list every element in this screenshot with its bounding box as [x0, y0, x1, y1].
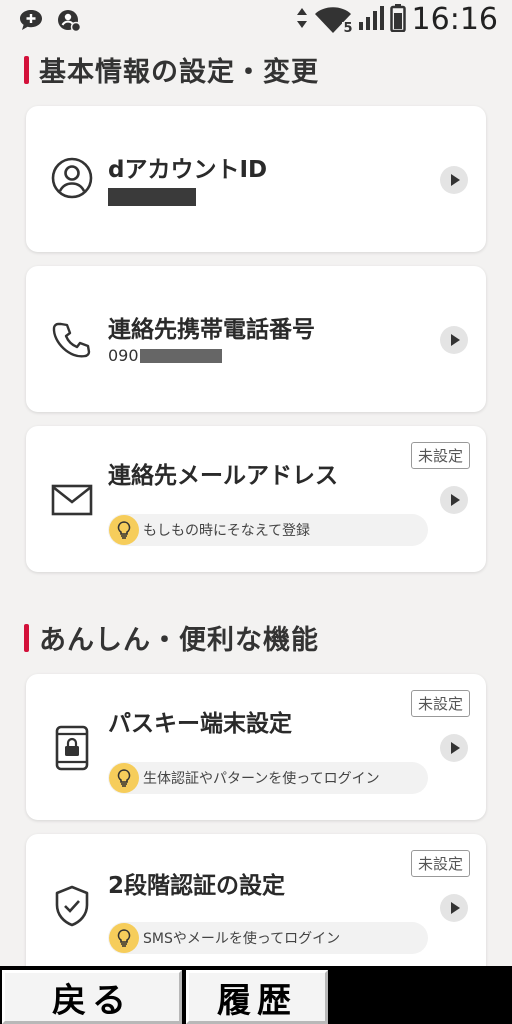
network-type-label: 5 — [342, 20, 354, 36]
phone-prefix: 090 — [108, 346, 139, 365]
section-accent-bar — [24, 623, 29, 652]
shield-check-icon — [50, 884, 94, 928]
chevron-right-icon[interactable] — [440, 486, 468, 514]
lightbulb-icon — [109, 515, 139, 545]
card-contact-email[interactable]: 連絡先メールアドレス 未設定 もしもの時にそなえて登録 — [26, 426, 486, 572]
signal-icon — [358, 5, 384, 35]
history-button[interactable]: 履歴 — [186, 970, 328, 1024]
main-content: 基本情報の設定・変更 dアカウントID 連絡先携帯電話番号 090 連絡先メール… — [0, 38, 512, 966]
hint-pill: もしもの時にそなえて登録 — [108, 514, 428, 546]
hint-pill: 生体認証やパターンを使ってログイン — [108, 762, 428, 794]
section-title-text: 基本情報の設定・変更 — [39, 57, 319, 88]
wifi-icon: 5 — [314, 6, 354, 36]
account-sync-icon — [56, 8, 82, 36]
card-title: パスキー端末設定 — [108, 711, 292, 737]
hint-pill: SMSやメールを使ってログイン — [108, 922, 428, 954]
status-badge: 未設定 — [410, 850, 470, 877]
status-badge: 未設定 — [410, 690, 470, 717]
clock: 16:16 — [411, 2, 498, 37]
card-d-account-id[interactable]: dアカウントID — [26, 106, 486, 252]
hint-text: もしもの時にそなえて登録 — [143, 523, 311, 539]
status-bar: 5 16:16 — [0, 0, 512, 38]
card-passkey-device[interactable]: パスキー端末設定 未設定 生体認証やパターンを使ってログイン — [26, 674, 486, 820]
card-title: 連絡先携帯電話番号 — [108, 317, 315, 343]
section-accent-bar — [24, 55, 29, 84]
masked-value — [139, 348, 222, 363]
hint-text: 生体認証やパターンを使ってログイン — [143, 771, 380, 787]
card-title: 連絡先メールアドレス — [108, 463, 338, 489]
card-two-step-auth[interactable]: 2段階認証の設定 未設定 SMSやメールを使ってログイン — [26, 834, 486, 966]
battery-icon — [389, 3, 406, 36]
back-button[interactable]: 戻る — [2, 970, 182, 1024]
chevron-right-icon[interactable] — [440, 326, 468, 354]
status-badge: 未設定 — [410, 442, 470, 469]
phone-icon — [50, 318, 94, 362]
masked-value — [108, 188, 196, 206]
card-contact-phone[interactable]: 連絡先携帯電話番号 090 — [26, 266, 486, 412]
mail-icon — [50, 478, 94, 522]
chevron-right-icon[interactable] — [440, 166, 468, 194]
data-arrows-icon — [296, 7, 308, 33]
card-value — [108, 188, 196, 206]
section-title-basic-info: 基本情報の設定・変更 — [24, 50, 319, 89]
section-title-text: あんしん・便利な機能 — [39, 625, 319, 656]
bottom-nav-bar: 戻る 履歴 — [0, 966, 512, 1024]
chat-bubble-icon — [18, 8, 44, 36]
card-title: 2段階認証の設定 — [108, 873, 286, 899]
person-circle-icon — [50, 156, 94, 200]
lightbulb-icon — [109, 763, 139, 793]
hint-text: SMSやメールを使ってログイン — [143, 931, 341, 947]
card-value: 090 — [108, 346, 222, 365]
section-title-safety-features: あんしん・便利な機能 — [24, 618, 319, 657]
chevron-right-icon[interactable] — [440, 894, 468, 922]
lightbulb-icon — [109, 923, 139, 953]
card-title: dアカウントID — [108, 157, 268, 183]
chevron-right-icon[interactable] — [440, 734, 468, 762]
smartphone-lock-icon — [50, 725, 94, 771]
